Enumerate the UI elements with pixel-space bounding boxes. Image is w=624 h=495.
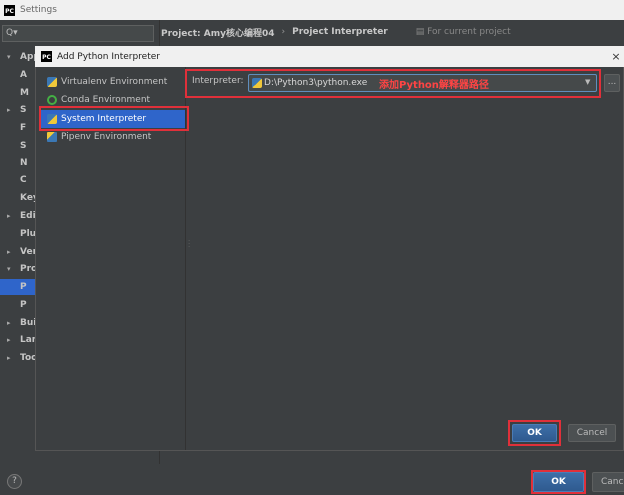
chevron-down-icon[interactable]: ▼ [585,78,590,86]
dialog-cancel-button[interactable]: Cancel [568,424,616,442]
python-icon [252,78,262,88]
pipenv-icon [47,132,57,142]
conda-icon [47,95,57,105]
settings-tree-label: N [20,158,28,168]
splitter-handle[interactable]: · · · [188,238,190,251]
page-title: Project Interpreter [292,27,388,37]
settings-tree-label: Plu [20,229,37,239]
settings-tree-label: S [20,141,27,151]
python-icon [47,77,57,87]
settings-tree-label: M [20,88,29,98]
settings-tree-label: Bui [20,318,37,328]
chevron-down-icon[interactable]: ▾ [7,261,11,277]
pycharm-logo-icon: PC [4,4,15,16]
env-item-pipenv[interactable]: Pipenv Environment [41,128,185,146]
settings-tree-label: C [20,175,27,185]
env-item-label: Pipenv Environment [61,132,152,142]
chevron-right-icon[interactable]: ▸ [7,208,11,224]
browse-button[interactable]: ... [604,74,620,92]
annotation-text: 添加Python解释器路径 [379,80,489,91]
chevron-right-icon[interactable]: ▸ [7,102,11,118]
dialog-titlebar: PC Add Python Interpreter [35,46,624,67]
chevron-right-icon[interactable]: ▸ [7,332,11,348]
breadcrumb-project: Project: Amy核心编程04 [161,28,275,39]
settings-tree-label: P [20,282,27,292]
env-item-virtualenv[interactable]: Virtualenv Environment [41,73,185,91]
for-current-project-label: ▤ For current project [415,27,511,37]
settings-tree-label: P [20,300,27,310]
close-icon[interactable]: × [608,46,624,67]
settings-cancel-button[interactable]: Canc [592,472,624,492]
settings-window-title: Settings [20,5,57,15]
dialog-ok-button[interactable]: OK [512,424,557,442]
env-item-label: Virtualenv Environment [61,77,168,87]
chevron-right-icon[interactable]: ▸ [7,315,11,331]
settings-titlebar: PC Settings [0,0,624,20]
settings-tree-label: A [20,70,27,80]
chevron-right-icon[interactable]: ▸ [7,244,11,260]
help-button[interactable]: ? [7,474,22,489]
interpreter-label: Interpreter: [192,76,244,86]
dialog-title: Add Python Interpreter [57,51,160,62]
settings-tree-label: S [20,105,27,115]
breadcrumb-separator: › [281,27,286,37]
settings-search-input[interactable]: Q▾ [2,25,154,42]
settings-ok-button[interactable]: OK [533,472,584,492]
settings-tree-label: F [20,123,27,133]
interpreter-path-value: D:\Python3\python.exe [264,78,368,88]
breadcrumb: Project: Amy核心编程04 › Project Interpreter… [161,20,624,44]
pycharm-logo-icon: PC [41,51,52,62]
chevron-right-icon[interactable]: ▸ [7,350,11,366]
chevron-down-icon[interactable]: ▾ [7,49,11,65]
